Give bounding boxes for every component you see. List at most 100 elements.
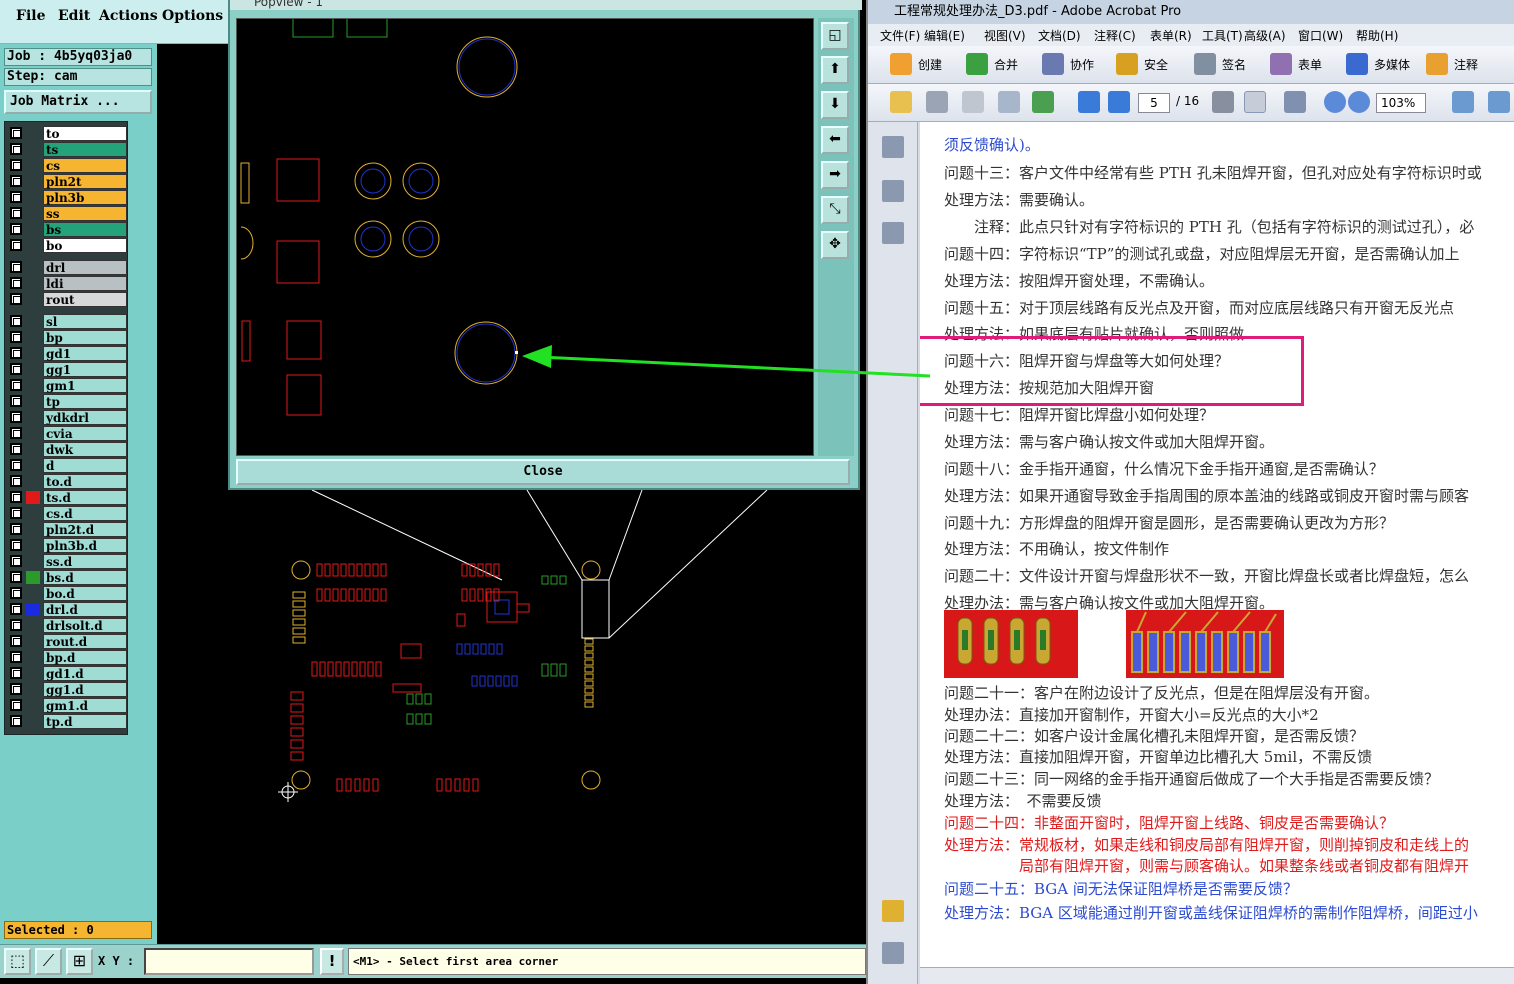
layer-checkbox[interactable]: [10, 667, 22, 679]
layer-row[interactable]: pln3b: [7, 190, 127, 205]
toolbar-task-button[interactable]: 协作: [1070, 56, 1094, 73]
toolbar-task-icon[interactable]: [1346, 53, 1368, 75]
layer-name[interactable]: ydkdrl: [43, 410, 127, 425]
toolbar-task-icon[interactable]: [1270, 53, 1292, 75]
layer-checkbox[interactable]: [10, 603, 22, 615]
layer-color-swatch[interactable]: [26, 175, 40, 188]
popview-close-button[interactable]: Close: [236, 459, 850, 485]
zoom-in-icon[interactable]: [1348, 91, 1370, 113]
layer-name[interactable]: gg1: [43, 362, 127, 377]
fit-page-icon[interactable]: [1452, 91, 1474, 113]
acrobat-menu-item[interactable]: 编辑(E): [924, 27, 965, 44]
open-folder-icon[interactable]: [890, 91, 912, 113]
layer-name[interactable]: pln3b.d: [43, 538, 127, 553]
acrobat-menu-item[interactable]: 窗口(W): [1298, 27, 1343, 44]
layer-row[interactable]: bo: [7, 238, 127, 253]
menu-edit[interactable]: Edit: [58, 8, 90, 24]
alert-button[interactable]: !: [320, 948, 344, 975]
layer-color-swatch[interactable]: [26, 427, 40, 440]
layer-row[interactable]: ts: [7, 142, 127, 157]
layer-row[interactable]: bp: [7, 330, 127, 345]
layer-row[interactable]: drl.d: [7, 602, 127, 617]
attachments-icon[interactable]: [882, 942, 904, 964]
layer-name[interactable]: gm1: [43, 378, 127, 393]
layer-name[interactable]: bp: [43, 330, 127, 345]
layer-color-swatch[interactable]: [26, 523, 40, 536]
popview-fit-icon[interactable]: ◱: [821, 22, 849, 50]
layer-name[interactable]: ts: [43, 142, 127, 157]
layer-color-swatch[interactable]: [26, 315, 40, 328]
popview-right-icon[interactable]: ➡: [821, 161, 849, 189]
acrobat-menu-item[interactable]: 文件(F): [880, 27, 920, 44]
layer-row[interactable]: gm1: [7, 378, 127, 393]
layer-row[interactable]: pln2t.d: [7, 522, 127, 537]
layer-checkbox[interactable]: [10, 331, 22, 343]
layer-name[interactable]: ss.d: [43, 554, 127, 569]
layer-row[interactable]: to: [7, 126, 127, 141]
layer-checkbox[interactable]: [10, 699, 22, 711]
layer-color-swatch[interactable]: [26, 491, 40, 504]
layer-name[interactable]: drl: [43, 260, 127, 275]
fit-width-icon[interactable]: [1488, 91, 1510, 113]
layer-checkbox[interactable]: [10, 635, 22, 647]
layer-name[interactable]: rout.d: [43, 634, 127, 649]
layer-color-swatch[interactable]: [26, 603, 40, 616]
toolbar-task-button[interactable]: 创建: [918, 56, 942, 73]
layer-name[interactable]: tp.d: [43, 714, 127, 729]
layer-color-swatch[interactable]: [26, 239, 40, 252]
layer-row[interactable]: pln3b.d: [7, 538, 127, 553]
layer-checkbox[interactable]: [10, 443, 22, 455]
layer-color-swatch[interactable]: [26, 459, 40, 472]
acrobat-menu-item[interactable]: 高级(A): [1244, 27, 1286, 44]
layer-checkbox[interactable]: [10, 277, 22, 289]
toolbar-task-button[interactable]: 签名: [1222, 56, 1246, 73]
acrobat-menu-item[interactable]: 表单(R): [1150, 27, 1192, 44]
layer-name[interactable]: cvia: [43, 426, 127, 441]
layer-row[interactable]: gd1.d: [7, 666, 127, 681]
pages-icon[interactable]: [882, 136, 904, 158]
layer-row[interactable]: gd1: [7, 346, 127, 361]
layer-color-swatch[interactable]: [26, 143, 40, 156]
page-number-input[interactable]: 5: [1138, 93, 1170, 113]
menu-options[interactable]: Options: [162, 8, 223, 24]
layer-checkbox[interactable]: [10, 619, 22, 631]
grid-button[interactable]: ⊞: [66, 948, 93, 975]
layer-checkbox[interactable]: [10, 191, 22, 203]
zoom-level-input[interactable]: 103%: [1376, 93, 1426, 113]
layer-color-swatch[interactable]: [26, 293, 40, 306]
layer-checkbox[interactable]: [10, 411, 22, 423]
toolbar-task-icon[interactable]: [1042, 53, 1064, 75]
acrobat-menu-item[interactable]: 文档(D): [1038, 27, 1081, 44]
layer-color-swatch[interactable]: [26, 159, 40, 172]
marquee-zoom-icon[interactable]: [1284, 91, 1306, 113]
measure-button[interactable]: ⟋: [35, 948, 62, 975]
acrobat-menu-item[interactable]: 工具(T): [1202, 27, 1243, 44]
layer-checkbox[interactable]: [10, 651, 22, 663]
layer-row[interactable]: bo.d: [7, 586, 127, 601]
layer-row[interactable]: drlsolt.d: [7, 618, 127, 633]
next-page-icon[interactable]: [1108, 91, 1130, 113]
popview-up-icon[interactable]: ⬆: [821, 56, 849, 84]
layer-checkbox[interactable]: [10, 159, 22, 171]
toolbar-task-icon[interactable]: [1116, 53, 1138, 75]
layer-checkbox[interactable]: [10, 293, 22, 305]
layer-name[interactable]: drlsolt.d: [43, 618, 127, 633]
layer-row[interactable]: cs: [7, 158, 127, 173]
layer-name[interactable]: pln3b: [43, 190, 127, 205]
layer-checkbox[interactable]: [10, 223, 22, 235]
layer-color-swatch[interactable]: [26, 475, 40, 488]
popview-zoom-out-icon[interactable]: ⤡: [821, 196, 849, 224]
layer-name[interactable]: drl.d: [43, 602, 127, 617]
layer-row[interactable]: ss.d: [7, 554, 127, 569]
layer-color-swatch[interactable]: [26, 683, 40, 696]
layer-checkbox[interactable]: [10, 379, 22, 391]
job-matrix-button[interactable]: Job Matrix ...: [4, 90, 152, 114]
layer-color-swatch[interactable]: [26, 411, 40, 424]
layer-checkbox[interactable]: [10, 347, 22, 359]
layer-checkbox[interactable]: [10, 555, 22, 567]
layer-color-swatch[interactable]: [26, 635, 40, 648]
prev-page-icon[interactable]: [1078, 91, 1100, 113]
toolbar-task-button[interactable]: 注释: [1454, 56, 1478, 73]
xy-input[interactable]: [144, 948, 314, 975]
layer-checkbox[interactable]: [10, 459, 22, 471]
